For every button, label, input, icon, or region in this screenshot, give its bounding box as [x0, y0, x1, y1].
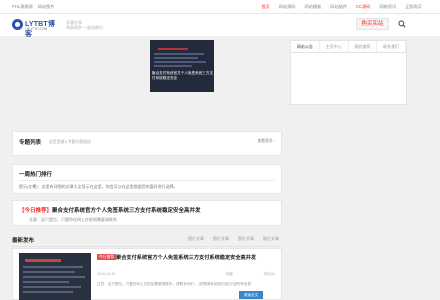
side-panel: 网站公告 主页中心 随机推荐 联系我们 [290, 40, 407, 105]
post-card: 聚合支付系统官方个人免签系统三方支付系统稳定安全高并发 今日推荐 2016-12… [12, 248, 282, 300]
section-title: 一周热门排行 [19, 172, 53, 178]
site-logo[interactable]: LYTBT博客 LBLYTBT.COM [12, 17, 60, 38]
nav-item-source[interactable]: 网站源码 [279, 4, 296, 10]
post-meta: 2016-12-19 热度 评论(0) [97, 272, 275, 277]
nav-item-news[interactable]: 网络资讯 [379, 4, 396, 10]
thumbnail-row [23, 286, 81, 288]
hero-caption: 聚合支付系统官方个人免签系统三方支付系统稳定安全 [152, 71, 214, 80]
read-more-button[interactable]: 阅读全文 [239, 291, 263, 299]
filter-item[interactable]: 图片文章 [213, 236, 229, 242]
hero-image[interactable]: 聚合支付系统官方个人免签系统三方支付系统稳定安全 [150, 40, 214, 92]
hot-ranking-section: 一周热门排行 提示(左覆)：这里有详细的文章大全显示在这里，你会可以在这里根据您… [12, 164, 282, 194]
site-header: LYTBT博客 LBLYTBT.COM 开源分享 共同进步 一起向前行 购买实站 [0, 14, 440, 38]
tab-random[interactable]: 随机推荐 [349, 41, 378, 52]
post-badge: 今日推荐 [97, 254, 117, 260]
logo-subtext: LBLYTBT.COM [25, 27, 48, 31]
nav-item-plugins[interactable]: 网站插件 [330, 4, 347, 10]
notice-tip: 注意：这只是位，只要你在网上在前如需要请联系 [29, 217, 117, 222]
nav-item-home[interactable]: 首页 [261, 4, 269, 10]
hero-image-row [154, 61, 206, 63]
nav-item-templates[interactable]: 网站模板 [305, 4, 322, 10]
section-tip: 提示(左覆)：这里有详细的文章大全显示在这里，你会可以在这里根据您的喜好进行选择… [19, 184, 178, 189]
hero-slider: 聚合支付系统官方个人免签系统三方支付系统稳定安全 [12, 38, 282, 125]
notice-title: 【今日推荐】聚合支付系统官方个人免签系统三方支付系统稳定安全高并发 [19, 206, 201, 214]
post-title[interactable]: 聚合支付系统官方个人免签系统三方支付系统稳定安全高并发 [97, 254, 279, 262]
tab-home-center[interactable]: 主页中心 [320, 41, 349, 52]
section-title: 专题列表 [19, 140, 42, 146]
post-date: 2016-12-19 [97, 272, 116, 276]
search-icon[interactable] [398, 20, 406, 28]
side-tabs: 网站公告 主页中心 随机推荐 联系我们 [291, 41, 406, 53]
top-link[interactable]: PHL源客源 [12, 4, 33, 10]
thumbnail-row [23, 291, 73, 293]
recommend-notice[interactable]: 【今日推荐】聚合支付系统官方个人免签系统三方支付系统稳定安全高并发 注意：这只是… [12, 200, 282, 226]
filter-item[interactable]: 图片文章 [238, 236, 254, 242]
slogan-line: 共同进步 一起向前行 [66, 25, 104, 30]
divider [12, 246, 282, 247]
thumbnail-bar [25, 259, 61, 262]
thumbnail-row [23, 281, 69, 283]
latest-filters: 图片文章 图片文章 图片文章 图片文章 [188, 236, 279, 242]
view-more-link[interactable]: 查看更多 › [257, 139, 275, 144]
filter-item[interactable]: 图片文章 [188, 236, 204, 242]
post-views: 热度 [225, 272, 233, 276]
section-description: 这里是输入专题列表描述 [49, 140, 91, 144]
nav-item-buy[interactable]: 正版购买 [405, 4, 422, 10]
tab-announcement[interactable]: 网站公告 [291, 41, 320, 52]
logo-mark-icon [12, 19, 23, 30]
topic-section: 专题列表 这里是输入专题列表描述 查看更多 › [12, 131, 282, 156]
hero-image-bar [158, 48, 188, 50]
buy-button[interactable]: 购买实站 [356, 18, 389, 30]
thumbnail-row [23, 271, 75, 273]
nav-item-cc[interactable]: CC源码 [356, 4, 370, 10]
divider [19, 180, 275, 181]
thumbnail-row [23, 266, 83, 268]
notice-title-text: 聚合支付系统官方个人免签系统三方支付系统稳定安全高并发 [52, 208, 201, 214]
top-bar: PHL源客源 网站图片 首页 网站源码 网站模板 网站插件 CC源码 网络资讯 … [0, 0, 440, 14]
tab-contact[interactable]: 联系我们 [377, 41, 406, 52]
post-comments[interactable]: 评论(0) [233, 272, 275, 277]
hero-image-row [154, 65, 192, 67]
post-thumbnail[interactable] [19, 253, 91, 300]
filter-item[interactable]: 图片文章 [263, 236, 279, 242]
top-bar-left-links: PHL源客源 网站图片 [12, 4, 54, 10]
site-slogan: 开源分享 共同进步 一起向前行 [66, 20, 103, 30]
thumbnail-row [23, 276, 85, 278]
top-nav: 首页 网站源码 网站模板 网站插件 CC源码 网络资讯 正版购买 [261, 4, 422, 10]
hero-image-row [154, 53, 204, 55]
top-link[interactable]: 网站图片 [38, 4, 55, 10]
latest-title: 最新发布 [12, 238, 35, 244]
post-excerpt: 注意：这只是位，只要在网上在前如需要请联系，请联系你们。 [详情请参阅其内容]介… [97, 282, 251, 286]
hero-image-row [154, 57, 198, 59]
notice-tag: 【今日推荐】 [19, 208, 53, 214]
